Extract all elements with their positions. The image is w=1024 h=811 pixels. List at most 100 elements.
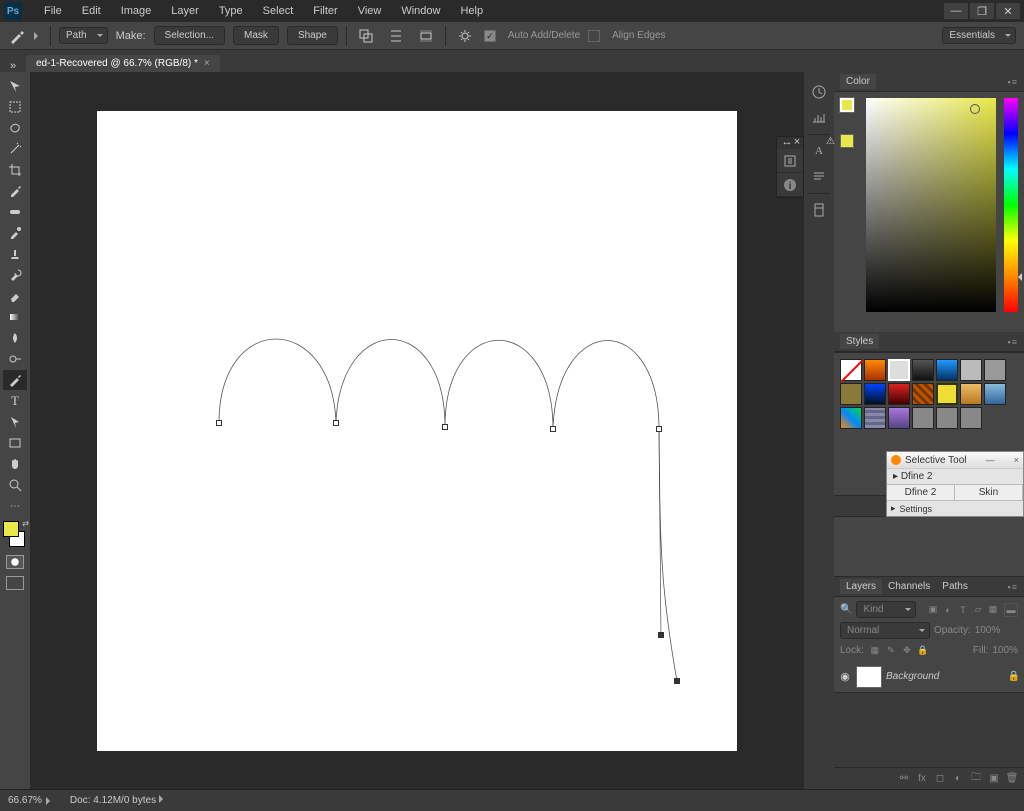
anchor-point[interactable] bbox=[216, 420, 222, 426]
blur-tool[interactable] bbox=[3, 328, 27, 348]
workspace-switcher[interactable]: Essentials bbox=[942, 27, 1016, 44]
panel-close-icon[interactable]: × bbox=[1014, 455, 1019, 465]
panel-menu-icon[interactable]: ▪≡ bbox=[1008, 582, 1018, 592]
styles-tab[interactable]: Styles bbox=[840, 334, 879, 349]
history-brush-tool[interactable] bbox=[3, 265, 27, 285]
style-swatch[interactable] bbox=[912, 359, 934, 381]
canvas-area[interactable]: ↔× i bbox=[30, 72, 804, 789]
link-layers-icon[interactable]: ⚯ bbox=[896, 771, 912, 787]
new-layer-icon[interactable]: ▣ bbox=[986, 771, 1002, 787]
tab-collapse-icon[interactable]: » bbox=[10, 60, 22, 72]
tab-close-icon[interactable]: × bbox=[204, 58, 210, 69]
healing-brush-tool[interactable] bbox=[3, 202, 27, 222]
background-swatch[interactable] bbox=[840, 134, 854, 148]
restore-button[interactable]: ❐ bbox=[970, 3, 994, 19]
direction-point[interactable] bbox=[658, 632, 664, 638]
style-swatch[interactable] bbox=[984, 359, 1006, 381]
lasso-tool[interactable] bbox=[3, 118, 27, 138]
hand-tool[interactable] bbox=[3, 454, 27, 474]
document-tab[interactable]: ed-1-Recovered @ 66.7% (RGB/8) * × bbox=[26, 55, 220, 72]
panel-close-icon[interactable]: × bbox=[793, 138, 801, 146]
menu-view[interactable]: View bbox=[348, 2, 392, 20]
eyedropper-tool[interactable] bbox=[3, 181, 27, 201]
tool-mode-dropdown[interactable]: Path bbox=[59, 27, 108, 44]
panel-menu-icon[interactable]: ▪≡ bbox=[1008, 77, 1018, 87]
menu-type[interactable]: Type bbox=[209, 2, 253, 20]
gear-icon[interactable] bbox=[454, 25, 476, 47]
brush-tool[interactable] bbox=[3, 223, 27, 243]
menu-edit[interactable]: Edit bbox=[72, 2, 111, 20]
move-tool[interactable] bbox=[3, 76, 27, 96]
panel-collapse-icon[interactable]: ↔ bbox=[783, 138, 791, 146]
swap-colors-icon[interactable]: ⇄ bbox=[22, 519, 29, 528]
zoom-level[interactable]: 66.67% bbox=[8, 795, 42, 806]
screen-mode-toggle[interactable] bbox=[3, 571, 27, 591]
selection-button[interactable]: Selection... bbox=[154, 26, 225, 45]
gamut-warning-icon[interactable]: ⚠ bbox=[826, 136, 835, 147]
menu-help[interactable]: Help bbox=[450, 2, 493, 20]
menu-file[interactable]: File bbox=[34, 2, 72, 20]
style-swatch[interactable] bbox=[888, 359, 910, 381]
filter-type-icon[interactable]: T bbox=[956, 603, 970, 617]
expand-icon[interactable]: ▸ bbox=[891, 503, 896, 514]
style-swatch[interactable] bbox=[936, 359, 958, 381]
pen-tool[interactable] bbox=[3, 370, 27, 390]
info-icon[interactable]: i bbox=[777, 173, 803, 197]
style-swatch[interactable] bbox=[960, 407, 982, 429]
style-swatch[interactable] bbox=[960, 383, 982, 405]
anchor-point-selected[interactable] bbox=[674, 678, 680, 684]
gradient-tool[interactable] bbox=[3, 307, 27, 327]
foreground-swatch[interactable] bbox=[840, 98, 854, 112]
new-fill-adjustment-icon[interactable]: ◐ bbox=[950, 771, 966, 787]
style-swatch[interactable] bbox=[888, 383, 910, 405]
kind-filter-icon[interactable]: 🔍 bbox=[840, 604, 852, 615]
clone-stamp-tool[interactable] bbox=[3, 244, 27, 264]
selective-tool-item[interactable]: ▸ Dfine 2 bbox=[887, 468, 1023, 484]
path-align-icon[interactable] bbox=[385, 25, 407, 47]
paths-tab[interactable]: Paths bbox=[936, 579, 974, 594]
style-swatch[interactable] bbox=[840, 407, 862, 429]
filter-shape-icon[interactable]: ▱ bbox=[971, 603, 985, 617]
lock-position-icon[interactable]: ✥ bbox=[900, 643, 914, 657]
brush-panel-icon[interactable] bbox=[807, 198, 831, 222]
layers-tab[interactable]: Layers bbox=[840, 579, 882, 594]
style-swatch[interactable] bbox=[864, 407, 886, 429]
layer-thumbnail[interactable] bbox=[856, 666, 882, 688]
floating-properties-panel[interactable]: ↔× i bbox=[776, 136, 804, 198]
blend-mode-dropdown[interactable]: Normal bbox=[840, 622, 930, 639]
path-operations-icon[interactable] bbox=[355, 25, 377, 47]
style-swatch[interactable] bbox=[864, 359, 886, 381]
canvas[interactable] bbox=[97, 111, 737, 751]
selective-tab[interactable]: Skin bbox=[955, 485, 1023, 500]
properties-icon[interactable] bbox=[777, 149, 803, 173]
style-swatch[interactable] bbox=[960, 359, 982, 381]
history-panel-icon[interactable] bbox=[807, 80, 831, 104]
type-tool[interactable]: T bbox=[3, 391, 27, 411]
doc-info[interactable]: Doc: 4.12M/0 bytes bbox=[70, 795, 156, 806]
selective-tab[interactable]: Dfine 2 bbox=[887, 485, 955, 500]
menu-filter[interactable]: Filter bbox=[303, 2, 347, 20]
filter-toggle[interactable]: ▬ bbox=[1004, 603, 1018, 617]
menu-select[interactable]: Select bbox=[253, 2, 304, 20]
dodge-tool[interactable] bbox=[3, 349, 27, 369]
style-swatch[interactable] bbox=[936, 383, 958, 405]
lock-transparency-icon[interactable]: ▦ bbox=[868, 643, 882, 657]
magic-wand-tool[interactable] bbox=[3, 139, 27, 159]
delete-layer-icon[interactable]: 🗑 bbox=[1004, 771, 1020, 787]
filter-pixel-icon[interactable]: ▣ bbox=[926, 603, 940, 617]
doc-info-menu-icon[interactable] bbox=[159, 795, 167, 803]
rectangle-tool[interactable] bbox=[3, 433, 27, 453]
actions-panel-icon[interactable] bbox=[807, 106, 831, 130]
style-swatch[interactable] bbox=[936, 407, 958, 429]
style-swatch[interactable] bbox=[912, 383, 934, 405]
anchor-point[interactable] bbox=[550, 426, 556, 432]
channels-tab[interactable]: Channels bbox=[882, 579, 936, 594]
style-swatch[interactable] bbox=[984, 383, 1006, 405]
anchor-point[interactable] bbox=[656, 426, 662, 432]
style-none[interactable] bbox=[840, 359, 862, 381]
path-arrange-icon[interactable] bbox=[415, 25, 437, 47]
panel-minimize-icon[interactable]: — bbox=[986, 455, 995, 465]
kind-filter-dropdown[interactable]: Kind bbox=[856, 601, 916, 618]
lock-all-icon[interactable]: 🔒 bbox=[916, 643, 930, 657]
marquee-tool[interactable] bbox=[3, 97, 27, 117]
